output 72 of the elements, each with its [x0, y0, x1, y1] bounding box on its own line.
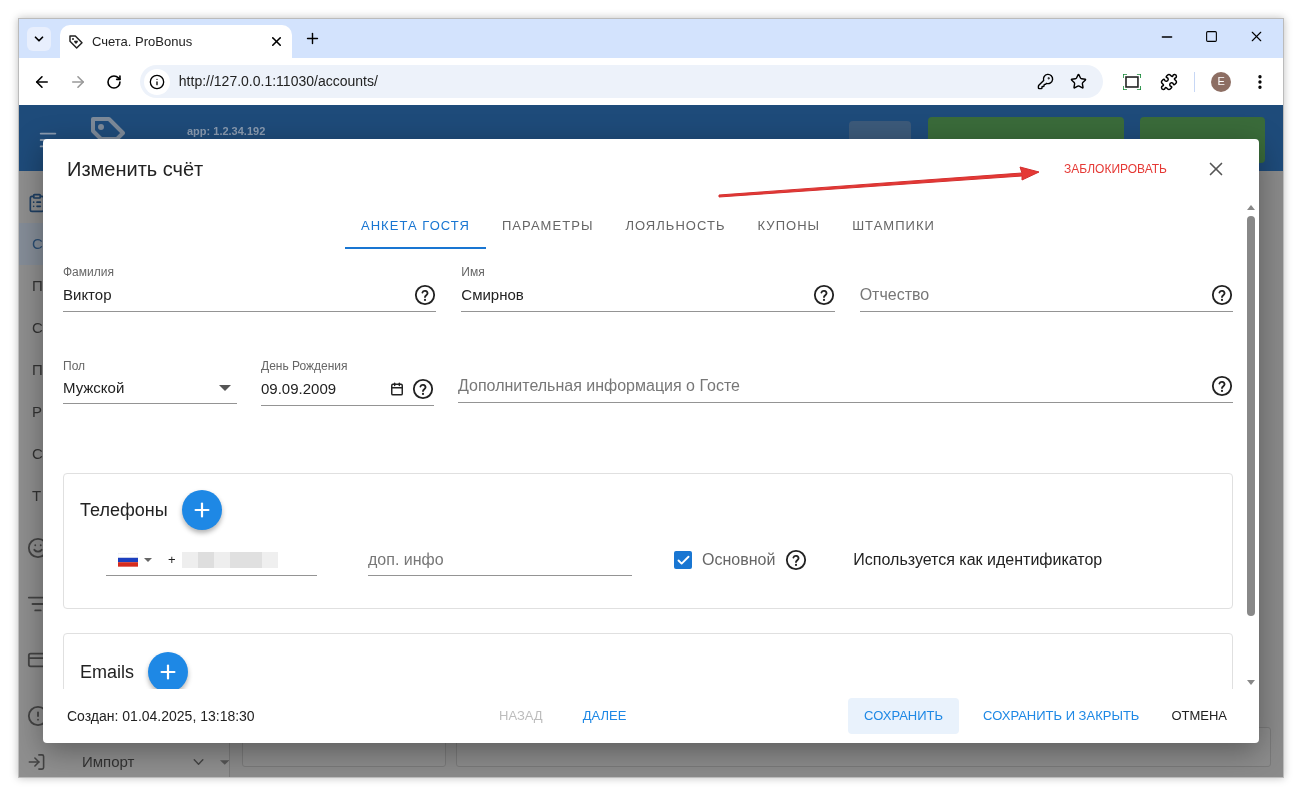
url-text: http://127.0.0.1:11030/accounts/ — [178, 72, 379, 91]
profile-avatar[interactable]: E — [1211, 71, 1232, 92]
field-label: День Рождения — [261, 359, 349, 373]
help-icon[interactable] — [414, 284, 437, 306]
tag-logo-icon — [91, 117, 125, 139]
checkbox[interactable] — [674, 551, 692, 569]
bookmark-star-icon[interactable] — [1070, 73, 1088, 90]
identifier-note: Используется как идентификатор — [853, 550, 1103, 570]
help-icon[interactable] — [1211, 375, 1233, 397]
field-label: Пол — [63, 359, 87, 373]
text-field[interactable]: Фамилия Виктор — [63, 265, 437, 312]
dialog-tab[interactable]: ШТАМПИКИ — [836, 205, 951, 249]
text-field[interactable]: Отчество — [859, 265, 1233, 312]
created-date: Создан: 01.04.2025, 13:18:30 — [67, 706, 256, 726]
footer-button[interactable]: ДАЛЕЕ — [570, 698, 639, 734]
calendar-icon[interactable] — [390, 382, 404, 396]
text-field[interactable]: Имя Смирнов — [461, 265, 835, 312]
select-field[interactable]: Пол Мужской — [63, 359, 237, 404]
section-title: Emails — [80, 660, 134, 684]
import-icon[interactable] — [27, 752, 46, 773]
footer-button[interactable]: СОХРАНИТЬ — [848, 698, 960, 734]
dialog-tab[interactable]: АНКЕТА ГОСТЯ — [344, 205, 486, 249]
block-button[interactable]: ЗАБЛОКИРОВАТЬ — [1056, 154, 1175, 184]
extra-info-field[interactable]: доп. инфо — [368, 544, 632, 576]
dialog-tab[interactable]: ЛОЯЛЬНОСТЬ — [609, 205, 742, 249]
scroll-down-icon[interactable] — [1247, 680, 1255, 685]
dropdown-caret-icon — [219, 385, 231, 391]
add-email-button[interactable] — [148, 652, 188, 689]
phone-value: + — [168, 550, 176, 569]
help-icon[interactable] — [812, 284, 835, 306]
checkbox-label: Основной — [702, 550, 776, 570]
browser-tab[interactable]: Счета. ProBonus — [60, 25, 292, 58]
help-icon[interactable] — [785, 549, 808, 571]
section-title: Телефоны — [80, 498, 168, 522]
key-icon[interactable] — [1037, 73, 1055, 90]
help-icon[interactable] — [412, 378, 434, 400]
sidebar-item[interactable]: Импорт — [82, 751, 135, 774]
close-icon[interactable] — [269, 34, 284, 49]
tab-title: Счета. ProBonus — [92, 32, 194, 51]
field-value: Виктор — [63, 285, 113, 305]
screen-capture-icon[interactable] — [1123, 73, 1142, 90]
field-value: 09.09.2009 — [261, 379, 338, 399]
extensions-icon[interactable] — [1160, 72, 1179, 91]
field-value: Мужской — [63, 378, 126, 398]
tab-search-button[interactable] — [27, 27, 51, 51]
field-placeholder: доп. инфо — [368, 549, 444, 570]
new-tab-icon[interactable] — [304, 30, 321, 47]
tag-icon — [68, 33, 84, 50]
help-icon[interactable] — [1211, 284, 1233, 306]
phone-field[interactable]: + — [106, 544, 317, 576]
russia-flag-icon[interactable] — [118, 552, 138, 567]
field-placeholder: Отчество — [859, 285, 931, 305]
footer-button[interactable]: СОХРАНИТЬ И ЗАКРЫТЬ — [971, 698, 1152, 734]
reload-icon[interactable] — [105, 73, 122, 90]
app-version: app: 1.2.34.192 — [187, 124, 266, 139]
field-value: Смирнов — [461, 285, 525, 305]
dialog-tab[interactable]: КУПОНЫ — [741, 205, 837, 249]
field-placeholder: Дополнительная информация о Госте — [458, 376, 741, 396]
text-field[interactable]: Дополнительная информация о Госте — [458, 359, 1233, 403]
dialog-title: Изменить счёт — [67, 157, 204, 182]
address-bar[interactable]: http://127.0.0.1:11030/accounts/ — [139, 65, 1104, 98]
add-phone-button[interactable] — [181, 490, 222, 530]
field-label: Имя — [461, 265, 486, 279]
scroll-up-icon[interactable] — [1247, 205, 1255, 210]
field-label: Фамилия — [63, 265, 115, 279]
info-icon[interactable] — [148, 73, 165, 90]
dialog-tab[interactable]: ПАРАМЕТРЫ — [485, 205, 610, 249]
footer-button[interactable]: ОТМЕНА — [1163, 698, 1235, 734]
maximize-icon[interactable] — [1205, 30, 1218, 43]
date-field[interactable]: День Рождения 09.09.2009 — [261, 359, 434, 406]
caret-icon — [144, 557, 152, 562]
caret-icon — [219, 759, 229, 765]
